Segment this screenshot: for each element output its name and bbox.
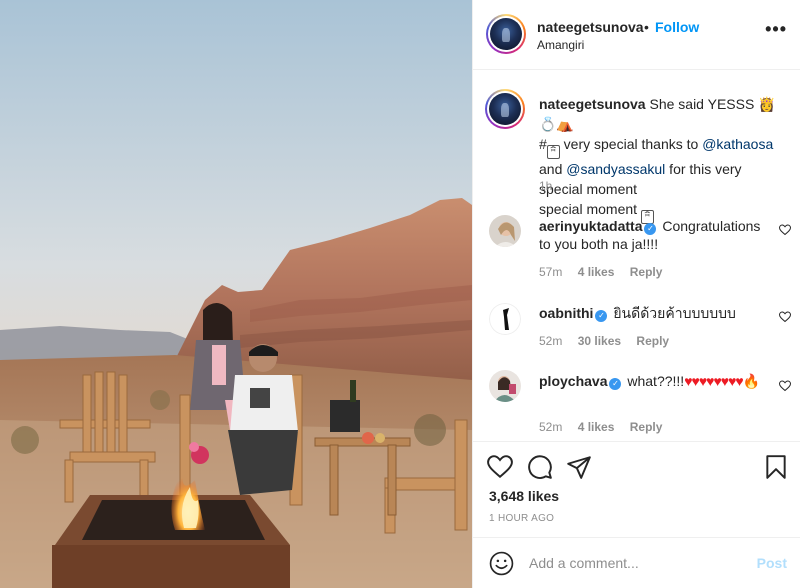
fire-emoji-icon: 🔥: [742, 373, 761, 389]
share-icon[interactable]: [566, 454, 592, 480]
verified-badge-icon: ✓: [609, 378, 622, 390]
comment-username[interactable]: aerinyuktadatta: [539, 218, 642, 234]
add-comment-bar: Post: [473, 537, 800, 588]
comment-time[interactable]: 52m: [539, 334, 562, 348]
comment-avatar[interactable]: [489, 370, 521, 402]
comment-avatar[interactable]: [489, 303, 521, 335]
comment-time[interactable]: 52m: [539, 420, 562, 434]
author-username[interactable]: nateegetsunova: [537, 19, 644, 35]
comment-input[interactable]: [529, 551, 739, 575]
reply-button[interactable]: Reply: [630, 420, 663, 434]
caption-timestamp[interactable]: 1h: [539, 179, 552, 193]
comment-time[interactable]: 57m: [539, 265, 562, 279]
follow-button[interactable]: Follow: [655, 19, 699, 35]
post-comment-button[interactable]: Post: [757, 555, 787, 571]
comment-meta: 57m 4 likes Reply: [539, 265, 674, 279]
comment-meta: 52m 30 likes Reply: [539, 334, 681, 348]
hearts-emoji: ♥♥♥♥♥♥♥♥: [684, 373, 743, 389]
post-time[interactable]: 1 HOUR AGO: [489, 513, 554, 524]
like-comment-heart-icon[interactable]: [779, 380, 791, 392]
comment-username[interactable]: ploychava: [539, 373, 607, 389]
comment-body: oabnithi ✓ ยินดีด้วยค้าบบบบบบ: [539, 304, 767, 322]
reply-button[interactable]: Reply: [630, 265, 663, 279]
comment-body: aerinyuktadatta ✓ Congratulations to you …: [539, 217, 767, 253]
verified-badge-icon: ✓: [595, 310, 608, 322]
post-actions: 3,648 likes 1 HOUR AGO: [473, 441, 800, 531]
mention-link[interactable]: @sandyassakul: [566, 161, 665, 177]
post-sidebar: nateegetsunova • Follow Amangiri ••• nat…: [472, 0, 800, 588]
caption-username[interactable]: nateegetsunova: [539, 96, 646, 112]
verified-badge-icon: ✓: [644, 223, 657, 235]
like-comment-heart-icon[interactable]: [779, 311, 791, 323]
separator-dot: •: [644, 19, 649, 35]
like-comment-heart-icon[interactable]: [779, 224, 791, 236]
caption-avatar[interactable]: [485, 89, 525, 129]
comment-likes[interactable]: 4 likes: [578, 265, 615, 279]
bookmark-icon[interactable]: [763, 454, 789, 480]
kanji-emoji-icon: 合: [546, 145, 560, 159]
comment-icon[interactable]: [527, 454, 553, 480]
post-caption: nateegetsunova She said YESSS 👸💍⛺ # 合 ver…: [539, 94, 784, 224]
heart-icon[interactable]: [487, 454, 513, 480]
post-header: nateegetsunova • Follow Amangiri •••: [473, 0, 800, 70]
author-avatar[interactable]: [486, 14, 526, 54]
comment-text: ยินดีด้วยค้าบบบบบบ: [613, 305, 736, 321]
post-location[interactable]: Amangiri: [537, 38, 584, 52]
post-photo[interactable]: [0, 0, 472, 588]
emoji-smiley-icon[interactable]: [489, 551, 514, 576]
comment-likes[interactable]: 4 likes: [578, 420, 615, 434]
comment-body: ploychava ✓ what??!!!♥♥♥♥♥♥♥♥🔥: [539, 372, 767, 390]
comments-list[interactable]: nateegetsunova She said YESSS 👸💍⛺ # 合 ver…: [473, 71, 800, 441]
caption-hashtag[interactable]: #: [539, 136, 547, 152]
more-options-icon[interactable]: •••: [765, 20, 787, 38]
comment-username[interactable]: oabnithi: [539, 305, 593, 321]
caption-text: special moment: [539, 201, 641, 217]
caption-text: very special thanks to: [559, 136, 703, 152]
likes-count[interactable]: 3,648 likes: [489, 488, 559, 504]
caption-text: She said YESSS: [649, 96, 755, 112]
reply-button[interactable]: Reply: [636, 334, 669, 348]
caption-text: and: [539, 161, 567, 177]
comment-text: what??!!!: [627, 373, 685, 389]
comment-meta: 52m 4 likes Reply: [539, 420, 674, 434]
mention-link[interactable]: @kathaosa: [702, 136, 773, 152]
comment-avatar[interactable]: [489, 215, 521, 247]
comment-likes[interactable]: 30 likes: [578, 334, 621, 348]
desert-proposal-photo: [0, 0, 472, 588]
